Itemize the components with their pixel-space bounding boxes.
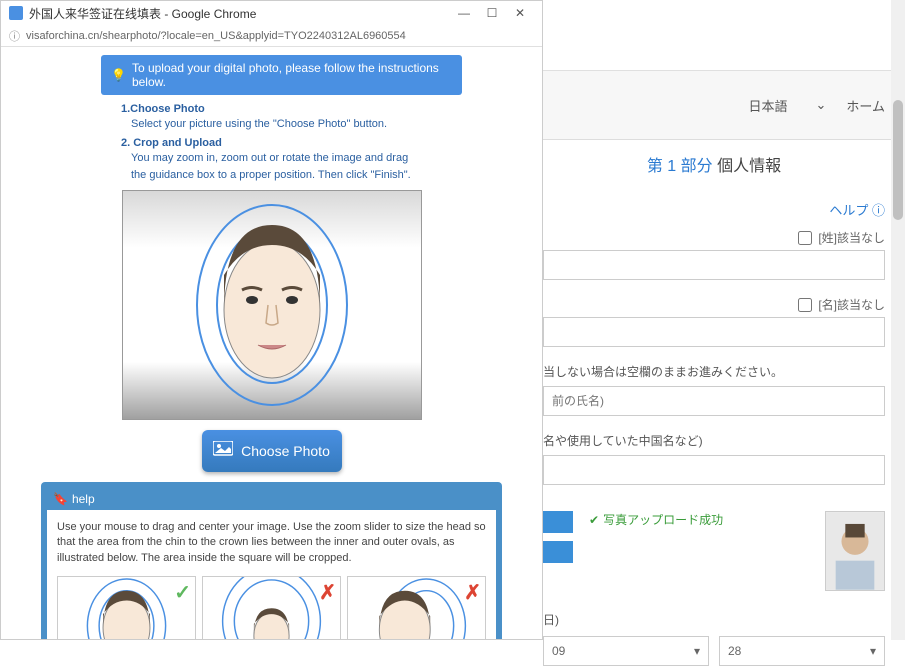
scrollbar[interactable] [891,0,905,640]
close-button[interactable]: ✕ [506,6,534,20]
image-upload-icon [213,441,233,460]
date-row: 09 ▾ 28 ▾ [543,636,885,666]
help-panel: 🔖 help Use your mouse to drag and center… [41,482,502,639]
url-text: visaforchina.cn/shearphoto/?locale=en_US… [26,30,406,42]
givenname-na-label: [名]該当なし [818,296,885,313]
day-select[interactable]: 28 ▾ [719,636,885,666]
lightbulb-icon: 💡 [111,68,126,82]
former-name-input[interactable] [543,386,885,416]
example-wrong-2: ✗ [347,576,486,639]
minimize-button[interactable]: — [450,6,478,20]
check-icon: ✓ [174,579,191,607]
step2-body2: the guidance box to a proper position. T… [131,168,442,182]
top-bar: 日本語 ⌄ ホーム [523,70,905,140]
step1-body: Select your picture using the "Choose Ph… [131,117,442,131]
cross-icon: ✗ [319,579,336,607]
photo-preview-area[interactable] [122,190,422,420]
section-part: 第 1 部分 [647,158,713,175]
step2-title: 2. Crop and Upload [121,137,442,149]
home-link[interactable]: ホーム [846,96,885,115]
window-titlebar: 外国人来华签证在线填表 - Google Chrome — ☐ ✕ [1,1,542,25]
help-header: 🔖 help [47,488,496,510]
surname-na-row: [姓]該当なし [543,229,885,246]
chevron-down-icon: ⌄ [815,97,826,113]
date-label: 日) [543,611,885,628]
upload-status: ✔ 写真アップロード成功 [589,511,723,528]
popup-body: 💡 To upload your digital photo, please f… [1,47,542,639]
upload-buttons [543,511,573,563]
example-wrong-1: ✗ [202,576,341,639]
section-title: 第 1 部分 個人情報 [523,140,905,188]
instruction-banner: 💡 To upload your digital photo, please f… [101,55,462,95]
chevron-down-icon: ▾ [694,644,700,658]
cross-icon: ✗ [464,579,481,607]
month-select[interactable]: 09 ▾ [543,636,709,666]
choose-photo-button[interactable]: Choose Photo [202,430,342,472]
note-chinese-name: 名や使用していた中国名など) [543,432,885,449]
chevron-down-icon: ▾ [870,644,876,658]
example-row: ✓ ✗ ✗ [57,576,486,639]
site-info-icon: ⓘ [9,28,20,44]
help-link-row: ヘルプ ⓘ [543,200,885,219]
window-title: 外国人来华签证在线填表 - Google Chrome [29,5,256,22]
form-area: ヘルプ ⓘ [姓]該当なし [名]該当なし 当しない場合は空欄のままお進みくださ… [523,200,905,666]
month-value: 09 [552,644,565,658]
photo-upload-row: ✔ 写真アップロード成功 [543,511,885,591]
instructions: 1.Choose Photo Select your picture using… [121,103,442,182]
help-text: Use your mouse to drag and center your i… [57,520,486,566]
photo-upload-popup: 外国人来华签证在线填表 - Google Chrome — ☐ ✕ ⓘ visa… [0,0,543,640]
banner-text: To upload your digital photo, please fol… [132,61,452,89]
day-value: 28 [728,644,741,658]
step2-body1: You may zoom in, zoom out or rotate the … [131,151,442,165]
upload-button-2[interactable] [543,541,573,563]
surname-na-checkbox[interactable] [798,231,812,245]
example-correct: ✓ [57,576,196,639]
section-name: 個人情報 [717,158,781,175]
maximize-button[interactable]: ☐ [478,6,506,20]
help-header-label: help [72,492,95,506]
help-content: Use your mouse to drag and center your i… [47,510,496,639]
choose-photo-label: Choose Photo [241,443,330,459]
surname-na-label: [姓]該当なし [818,229,885,246]
check-circle-icon: ✔ [589,513,599,527]
application-form-page: 日本語 ⌄ ホーム 第 1 部分 個人情報 ヘルプ ⓘ [姓]該当なし [名]該… [523,0,905,640]
givenname-na-row: [名]該当なし [543,296,885,313]
language-label: 日本語 [748,96,787,115]
givenname-input[interactable] [543,317,885,347]
photo-thumbnail [825,511,885,591]
surname-input[interactable] [543,250,885,280]
address-bar[interactable]: ⓘ visaforchina.cn/shearphoto/?locale=en_… [1,25,542,47]
upload-button-1[interactable] [543,511,573,533]
favicon [9,6,23,20]
face-guide-illustration [182,195,362,415]
note-blank: 当しない場合は空欄のままお進みください。 [543,363,885,380]
tag-icon: 🔖 [53,492,68,506]
step1-title: 1.Choose Photo [121,103,442,115]
chinese-name-input[interactable] [543,455,885,485]
givenname-na-checkbox[interactable] [798,298,812,312]
scroll-thumb[interactable] [893,100,903,220]
language-selector[interactable]: 日本語 ⌄ [748,96,826,115]
help-link[interactable]: ヘルプ ⓘ [829,203,885,218]
upload-status-text: 写真アップロード成功 [603,511,723,528]
